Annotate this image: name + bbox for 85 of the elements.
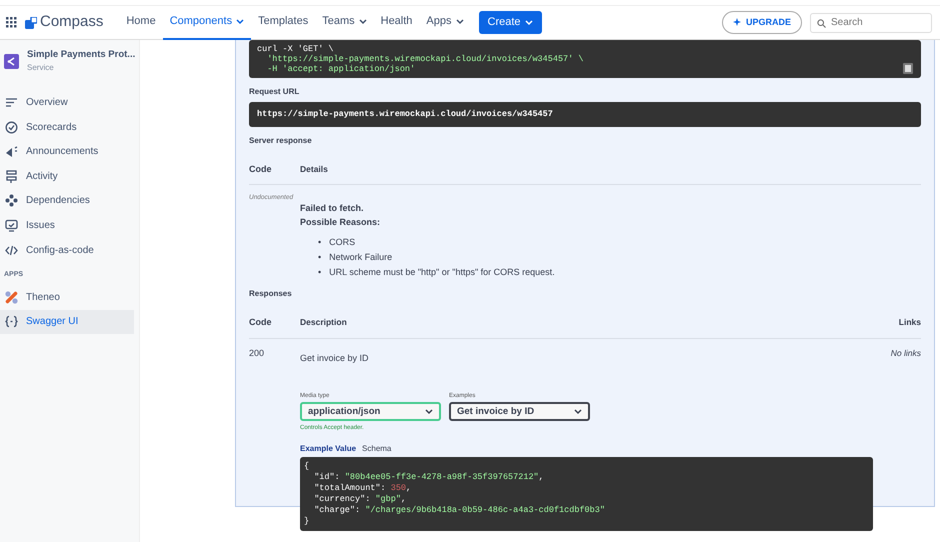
activity-icon (5, 170, 18, 183)
code-token: : (365, 494, 372, 506)
url-block: https://simple-payments.wiremockapi.cloud/invoices/w345457 (249, 102, 921, 127)
code-token: , (406, 483, 412, 494)
create-button[interactable]: Create (478, 11, 542, 34)
sidebar-item[interactable]: Theneo (0, 284, 134, 310)
code-token: , (538, 472, 544, 484)
tab[interactable]: Schema (359, 443, 394, 456)
sidebar-item[interactable]: Announcements (0, 139, 134, 164)
sidebar-item[interactable]: Activity (0, 164, 134, 189)
section-label: Responses (249, 288, 293, 300)
chevron-down-icon (236, 18, 244, 25)
error-subtitle: Possible Reasons: (300, 216, 382, 229)
column-header: Details (300, 162, 328, 176)
select-dropdown[interactable]: Get invoice by ID (449, 402, 590, 422)
column-header: Description (300, 316, 347, 330)
code-token: "charge" (313, 505, 356, 516)
bullet: • (318, 266, 322, 280)
code-token: "/charges/9b6b418a-0b59-486c-a4a3-cd0f1cdbf0b3" (365, 505, 605, 516)
response-code: 200 (249, 346, 266, 360)
code-token: } (304, 516, 310, 528)
nav-tab[interactable]: Health (374, 6, 420, 40)
chevron-down-icon (456, 18, 464, 25)
sparkle-icon (732, 18, 742, 27)
code-token: "id" (313, 472, 335, 484)
search-field[interactable]: Search (810, 12, 932, 32)
code-token: : (380, 483, 387, 494)
column-header: Code (249, 316, 272, 330)
chevron-down-icon (574, 408, 582, 416)
reason-item: CORS (329, 236, 356, 250)
reason-item: URL scheme must be "http" or "https" for CORS request. (329, 266, 555, 280)
code-token: "gbp" (375, 494, 401, 506)
check-circle-icon (5, 120, 18, 134)
select-dropdown[interactable]: application/json (300, 402, 441, 422)
logo-text: Compass (40, 12, 104, 32)
chevron-down-icon (358, 18, 367, 25)
copy-icon[interactable] (903, 63, 913, 74)
nav-tab[interactable]: Templates (251, 6, 316, 40)
section-label: Server response (249, 134, 313, 147)
error-title: Failed to fetch. (300, 202, 365, 216)
nav-tab[interactable]: Teams (315, 6, 374, 40)
theneo-logo-icon (5, 290, 18, 304)
code-line: curl -X 'GET' \ (257, 44, 335, 54)
code-token: "currency" (313, 494, 366, 506)
sidebar-item[interactable]: Swagger UI (0, 310, 134, 334)
bullet: • (318, 251, 322, 264)
code-token: , (400, 494, 406, 506)
sidebar-item[interactable]: Config-as-code (0, 238, 134, 262)
dependencies-icon (5, 194, 18, 208)
section-label: Request URL (249, 86, 300, 98)
sidebar-item[interactable]: Overview (0, 90, 134, 115)
response-description: Get invoice by ID (300, 352, 370, 365)
component-name: Simple Payments Prot... (27, 48, 136, 62)
nav-tab[interactable]: Apps (419, 6, 470, 40)
code-token: : (355, 505, 362, 516)
code-token: "80b4ee05-ff3e-4278-a98f-35f397657212" (344, 472, 539, 484)
sidebar-item[interactable]: Issues (0, 213, 134, 238)
reason-item: Network Failure (329, 251, 392, 264)
code-token: { (304, 461, 310, 472)
code-line: 'https://simple-payments.wiremockapi.cloud/invoices/w345457' \ (266, 54, 584, 64)
megaphone-icon (5, 145, 18, 158)
code-line: -H 'accept: application/json' (266, 64, 416, 74)
sidebar-item[interactable]: Scorecards (0, 114, 134, 140)
monitor-icon (5, 219, 18, 232)
list-icon (5, 96, 18, 110)
tab[interactable]: Example Value (300, 443, 360, 456)
code-token: "totalAmount" (313, 483, 381, 494)
component-type: Service (27, 62, 55, 74)
component-icon (4, 54, 19, 69)
chevron-down-icon (524, 19, 533, 26)
bullet: • (318, 236, 322, 250)
app-switcher-icon[interactable] (6, 17, 17, 28)
nav-tab[interactable]: Home (119, 6, 163, 40)
compass-logo-icon (25, 16, 37, 28)
code-token: 350 (390, 483, 406, 494)
column-header: Links (898, 316, 921, 330)
code-token: : (334, 472, 341, 484)
braces-icon (5, 315, 18, 328)
links-text: No links (890, 346, 921, 360)
search-icon (817, 18, 826, 28)
code-icon (5, 244, 18, 257)
upgrade-button[interactable]: UPGRADE (722, 10, 802, 34)
column-header: Code (249, 162, 272, 176)
chevron-down-icon (425, 408, 433, 416)
sidebar-item[interactable]: Dependencies (0, 188, 134, 214)
